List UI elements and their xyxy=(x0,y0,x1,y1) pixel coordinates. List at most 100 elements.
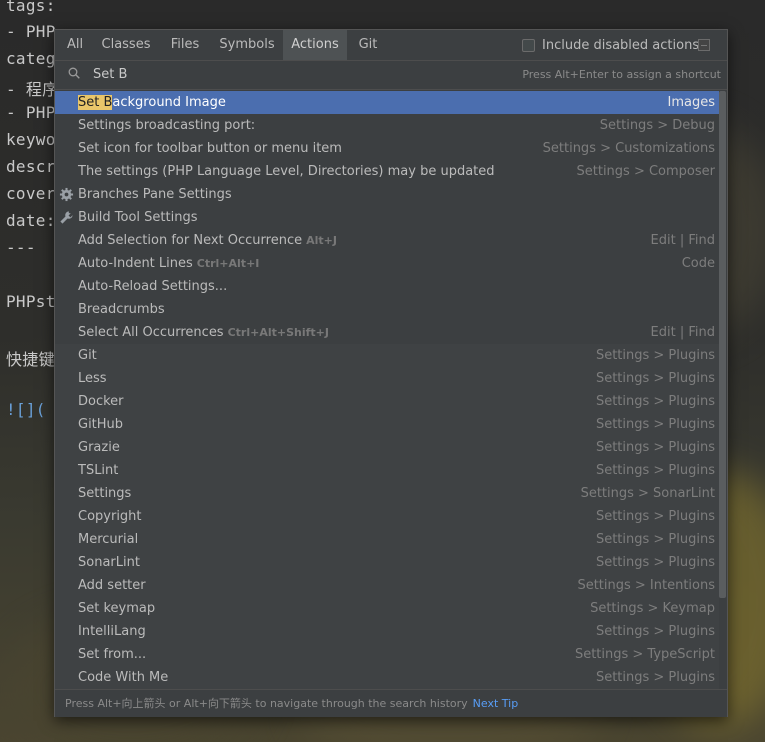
action-result-row[interactable]: Breadcrumbs xyxy=(55,298,719,321)
footer-hint: Press Alt+向上箭头 or Alt+向下箭头 to navigate t… xyxy=(65,690,518,717)
editor-line[interactable]: ![]( xyxy=(6,400,46,419)
action-result-row[interactable]: TSLint Settings > Plugins xyxy=(55,459,719,482)
action-label: The settings (PHP Language Level, Direct… xyxy=(78,160,495,183)
action-label-text: Build Tool Settings xyxy=(78,210,198,225)
action-label: Code With Me xyxy=(78,666,168,689)
action-result-row[interactable]: Docker Settings > Plugins xyxy=(55,390,719,413)
editor-line[interactable]: - PHP xyxy=(6,22,56,41)
search-input[interactable]: Set B xyxy=(93,61,127,89)
include-disabled-checkbox[interactable] xyxy=(522,38,535,52)
action-result-row[interactable]: Set from... Settings > TypeScript xyxy=(55,643,719,666)
action-label-text: Add Selection for Next Occurrence xyxy=(78,233,303,248)
action-label: Auto-Reload Settings... xyxy=(78,275,227,298)
action-label-text: Add setter xyxy=(78,578,146,593)
tab-actions[interactable]: Actions xyxy=(283,30,347,60)
footer: Press Alt+向上箭头 or Alt+向下箭头 to navigate t… xyxy=(55,689,727,717)
action-label: Mercurial xyxy=(78,528,138,551)
action-label-text: Less xyxy=(78,371,107,386)
action-result-row[interactable]: Mercurial Settings > Plugins xyxy=(55,528,719,551)
tab-classes[interactable]: Classes xyxy=(93,30,159,60)
action-label: Settings xyxy=(78,482,131,505)
editor-line[interactable]: date: xyxy=(6,211,56,230)
scrollbar[interactable] xyxy=(719,91,726,598)
action-label-text: Breadcrumbs xyxy=(78,302,165,317)
assign-shortcut-hint: Press Alt+Enter to assign a shortcut xyxy=(522,68,721,81)
action-result-row[interactable]: Branches Pane Settings xyxy=(55,183,719,206)
action-label-text: ackground Image xyxy=(112,95,226,110)
action-result-row[interactable]: IntelliLang Settings > Plugins xyxy=(55,620,719,643)
action-result-row[interactable]: Set keymap Settings > Keymap xyxy=(55,597,719,620)
action-label-text: Git xyxy=(78,348,97,363)
action-result-row[interactable]: The settings (PHP Language Level, Direct… xyxy=(55,160,719,183)
action-result-row[interactable]: Build Tool Settings xyxy=(55,206,719,229)
action-label: GitHub xyxy=(78,413,123,436)
action-label-text: TSLint xyxy=(78,463,119,478)
action-label-text: Copyright xyxy=(78,509,142,524)
action-result-row[interactable]: Code With Me Settings > Plugins xyxy=(55,666,719,689)
action-label: IntelliLang xyxy=(78,620,146,643)
tab-files[interactable]: Files xyxy=(159,30,211,60)
action-label-text: Grazie xyxy=(78,440,120,455)
editor-line[interactable]: - PHP xyxy=(6,103,56,122)
match-highlight: Set B xyxy=(78,95,113,110)
tab-bar: All Classes Files Symbols Actions Git In… xyxy=(55,30,727,61)
action-result-row[interactable]: Settings Settings > SonarLint xyxy=(55,482,719,505)
tab-symbols[interactable]: Symbols xyxy=(211,30,283,60)
action-label: Select All Occurrences Ctrl+Alt+Shift+J xyxy=(78,321,329,344)
action-result-row[interactable]: GitHub Settings > Plugins xyxy=(55,413,719,436)
action-label-text: Auto-Indent Lines xyxy=(78,256,193,271)
editor-line[interactable]: --- xyxy=(6,238,36,257)
action-category: Settings > Customizations xyxy=(542,141,715,156)
action-category: Settings > Plugins xyxy=(595,509,715,524)
action-label-text: Branches Pane Settings xyxy=(78,187,232,202)
editor-line[interactable]: cover xyxy=(6,184,56,203)
action-category: Settings > Plugins xyxy=(595,394,715,409)
editor-line[interactable]: 快捷键 xyxy=(6,346,55,370)
action-result-row[interactable]: Select All Occurrences Ctrl+Alt+Shift+J Ed… xyxy=(55,321,719,344)
editor-line[interactable]: tags: xyxy=(6,0,56,15)
action-category: Images xyxy=(667,95,716,110)
action-category: Settings > Debug xyxy=(599,118,715,133)
action-label: Copyright xyxy=(78,505,142,528)
action-result-row[interactable]: Set Background Image Images xyxy=(55,91,719,114)
action-result-row[interactable]: Auto-Indent Lines Ctrl+Alt+I Code xyxy=(55,252,719,275)
shortcut-label: Ctrl+Alt+I xyxy=(196,257,260,270)
editor-line[interactable]: keywo xyxy=(6,130,56,149)
action-category: Edit | Find xyxy=(650,233,715,248)
action-result-row[interactable]: Auto-Reload Settings... xyxy=(55,275,719,298)
action-category: Settings > Plugins xyxy=(595,670,715,685)
action-label-text: IntelliLang xyxy=(78,624,146,639)
action-label: Set Background Image xyxy=(78,91,226,114)
editor-line[interactable]: PHPst xyxy=(6,292,56,311)
action-result-row[interactable]: Less Settings > Plugins xyxy=(55,367,719,390)
action-label-text: Set from... xyxy=(78,647,147,662)
action-result-row[interactable]: Grazie Settings > Plugins xyxy=(55,436,719,459)
action-label: Docker xyxy=(78,390,124,413)
action-category: Settings > Plugins xyxy=(595,532,715,547)
include-disabled-toggle[interactable]: Include disabled actions xyxy=(522,38,699,53)
action-result-row[interactable]: SonarLint Settings > Plugins xyxy=(55,551,719,574)
action-label-text: Set keymap xyxy=(78,601,156,616)
action-result-row[interactable]: Git Settings > Plugins xyxy=(55,344,719,367)
next-tip-link[interactable]: Next Tip xyxy=(473,697,519,710)
editor-line[interactable]: - 程序 xyxy=(6,76,58,100)
tab-all[interactable]: All xyxy=(57,30,93,60)
pin-window-icon[interactable] xyxy=(698,39,710,51)
action-category: Settings > Plugins xyxy=(595,348,715,363)
action-result-row[interactable]: Set icon for toolbar button or menu item… xyxy=(55,137,719,160)
action-label: SonarLint xyxy=(78,551,140,574)
action-result-row[interactable]: Add setter Settings > Intentions xyxy=(55,574,719,597)
action-label: Branches Pane Settings xyxy=(78,183,232,206)
action-label-text: Docker xyxy=(78,394,124,409)
tab-git[interactable]: Git xyxy=(347,30,389,60)
action-result-row[interactable]: Add Selection for Next Occurrence Alt+J Ed… xyxy=(55,229,719,252)
editor-line[interactable]: categ xyxy=(6,49,56,68)
search-everywhere-popup: All Classes Files Symbols Actions Git In… xyxy=(54,29,728,717)
action-label: Build Tool Settings xyxy=(78,206,197,229)
action-result-row[interactable]: Settings broadcasting port: Settings > De… xyxy=(55,114,719,137)
footer-hint-text: Press Alt+向上箭头 or Alt+向下箭头 to navigate t… xyxy=(65,697,468,710)
action-category: Settings > Composer xyxy=(576,164,716,179)
action-result-row[interactable]: Copyright Settings > Plugins xyxy=(55,505,719,528)
editor-line[interactable]: descr xyxy=(6,157,56,176)
action-category: Settings > Plugins xyxy=(595,555,715,570)
